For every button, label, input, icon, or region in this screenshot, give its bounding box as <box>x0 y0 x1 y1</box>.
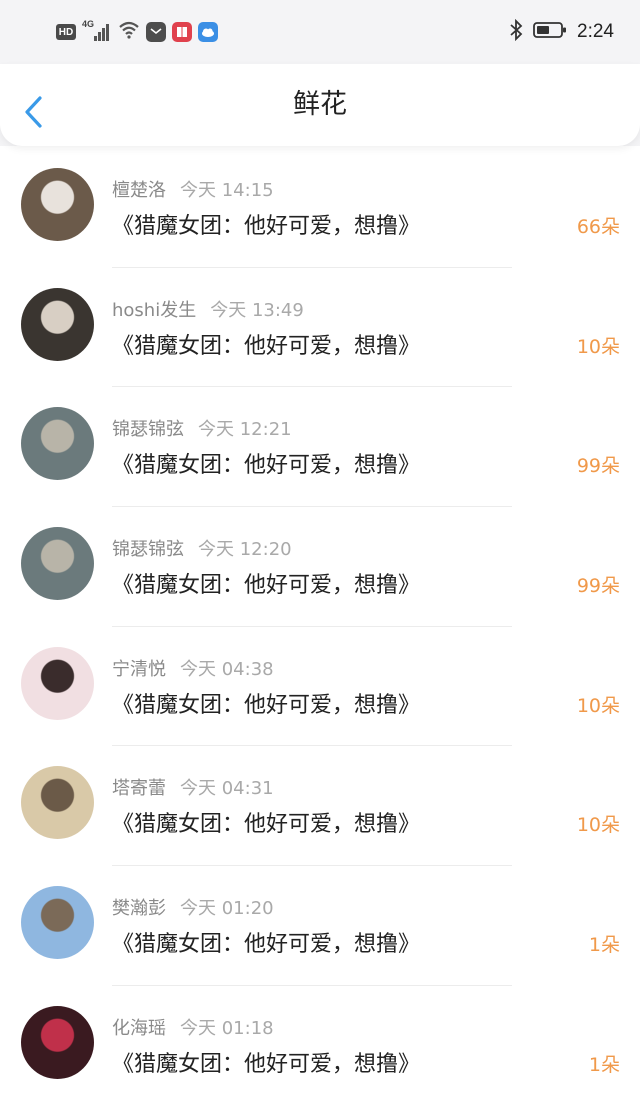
sender-line: 锦瑟锦弦 今天 12:20 <box>112 535 292 561</box>
sender-line: 化海瑶 今天 01:18 <box>112 1014 274 1040</box>
mail-icon <box>146 22 166 42</box>
flower-count: 10朵 <box>576 694 620 717</box>
list-item[interactable]: 樊瀚彭 今天 01:20 《猎魔女团：他好可爱，想撸》 1朵 <box>0 866 640 986</box>
list-item[interactable]: 锦瑟锦弦 今天 12:21 《猎魔女团：他好可爱，想撸》 99朵 <box>0 387 640 508</box>
gift-message: 《猎魔女团：他好可爱，想撸》 <box>112 214 421 239</box>
list-item[interactable]: 化海瑶 今天 01:18 《猎魔女团：他好可爱，想撸》 1朵 <box>0 986 640 1106</box>
status-bar: HD 4G 2:24 <box>0 0 640 64</box>
signal-icon: 4G <box>82 19 112 43</box>
sender-name[interactable]: hoshi发生 <box>112 300 196 321</box>
avatar[interactable] <box>21 646 94 720</box>
flower-count: 66朵 <box>576 216 620 238</box>
avatar[interactable] <box>21 886 94 960</box>
list-item[interactable]: 锦瑟锦弦 今天 12:20 《猎魔女团：他好可爱，想撸》 99朵 <box>0 507 640 627</box>
avatar[interactable] <box>21 168 94 241</box>
avatar[interactable] <box>21 407 94 481</box>
avatar[interactable] <box>21 1005 94 1079</box>
sent-time: 今天 04:38 <box>180 658 274 680</box>
avatar[interactable] <box>21 287 94 361</box>
gift-message: 《猎魔女团：他好可爱，想撸》 <box>112 573 421 599</box>
avatar[interactable] <box>21 766 94 840</box>
clock: 2:24 <box>577 21 614 42</box>
sender-name[interactable]: 化海瑶 <box>112 1018 166 1039</box>
avatar[interactable] <box>21 527 94 601</box>
book-app-icon <box>172 22 192 42</box>
gift-message: 《猎魔女团：他好可爱，想撸》 <box>112 692 421 718</box>
sender-line: 樊瀚彭 今天 01:20 <box>112 894 274 920</box>
flower-list: 檀楚洛 今天 14:15 《猎魔女团：他好可爱，想撸》 66朵 hoshi发生 今天… <box>0 148 640 1106</box>
wifi-icon <box>118 20 140 44</box>
sender-line: hoshi发生 今天 13:49 <box>112 296 304 322</box>
gift-message: 《猎魔女团：他好可爱，想撸》 <box>112 1051 421 1077</box>
sender-name[interactable]: 塔寄蕾 <box>112 778 166 799</box>
sent-time: 今天 12:21 <box>198 419 292 441</box>
sent-time: 今天 13:49 <box>210 299 304 321</box>
flower-count: 10朵 <box>576 814 620 837</box>
flower-count: 1朵 <box>588 934 620 957</box>
sent-time: 今天 14:15 <box>180 180 274 201</box>
flower-count: 1朵 <box>588 1053 620 1076</box>
hd-badge: HD <box>56 24 76 40</box>
page-title: 鲜花 <box>293 89 347 120</box>
sent-time: 今天 04:31 <box>180 778 274 800</box>
flower-count: 99朵 <box>576 455 620 478</box>
gift-message: 《猎魔女团：他好可爱，想撸》 <box>112 333 421 359</box>
gift-message: 《猎魔女团：他好可爱，想撸》 <box>112 932 421 958</box>
flower-count: 10朵 <box>576 335 620 358</box>
list-item[interactable]: hoshi发生 今天 13:49 《猎魔女团：他好可爱，想撸》 10朵 <box>0 268 640 388</box>
cloud-app-icon <box>198 22 218 42</box>
list-item[interactable]: 塔寄蕾 今天 04:31 《猎魔女团：他好可爱，想撸》 10朵 <box>0 746 640 867</box>
sender-name[interactable]: 檀楚洛 <box>112 180 166 201</box>
gift-message: 《猎魔女团：他好可爱，想撸》 <box>112 453 421 479</box>
sent-time: 今天 01:18 <box>180 1017 274 1039</box>
bluetooth-icon <box>509 18 523 45</box>
sender-name[interactable]: 宁清悦 <box>112 659 166 680</box>
sender-line: 塔寄蕾 今天 04:31 <box>112 774 274 800</box>
sent-time: 今天 12:20 <box>198 539 292 561</box>
sent-time: 今天 01:20 <box>180 898 274 920</box>
sender-line: 宁清悦 今天 04:38 <box>112 655 274 681</box>
gift-message: 《猎魔女团：他好可爱，想撸》 <box>112 812 421 838</box>
list-item[interactable]: 宁清悦 今天 04:38 《猎魔女团：他好可爱，想撸》 10朵 <box>0 627 640 747</box>
sender-name[interactable]: 锦瑟锦弦 <box>112 419 184 440</box>
list-item[interactable]: 檀楚洛 今天 14:15 《猎魔女团：他好可爱，想撸》 66朵 <box>0 148 640 268</box>
sender-name[interactable]: 樊瀚彭 <box>112 898 166 919</box>
sender-name[interactable]: 锦瑟锦弦 <box>112 539 184 560</box>
flower-count: 99朵 <box>576 575 620 598</box>
page-header: 鲜花 <box>0 64 640 146</box>
sender-line: 檀楚洛 今天 14:15 <box>112 176 274 202</box>
sender-line: 锦瑟锦弦 今天 12:21 <box>112 415 292 441</box>
battery-icon <box>533 20 567 44</box>
